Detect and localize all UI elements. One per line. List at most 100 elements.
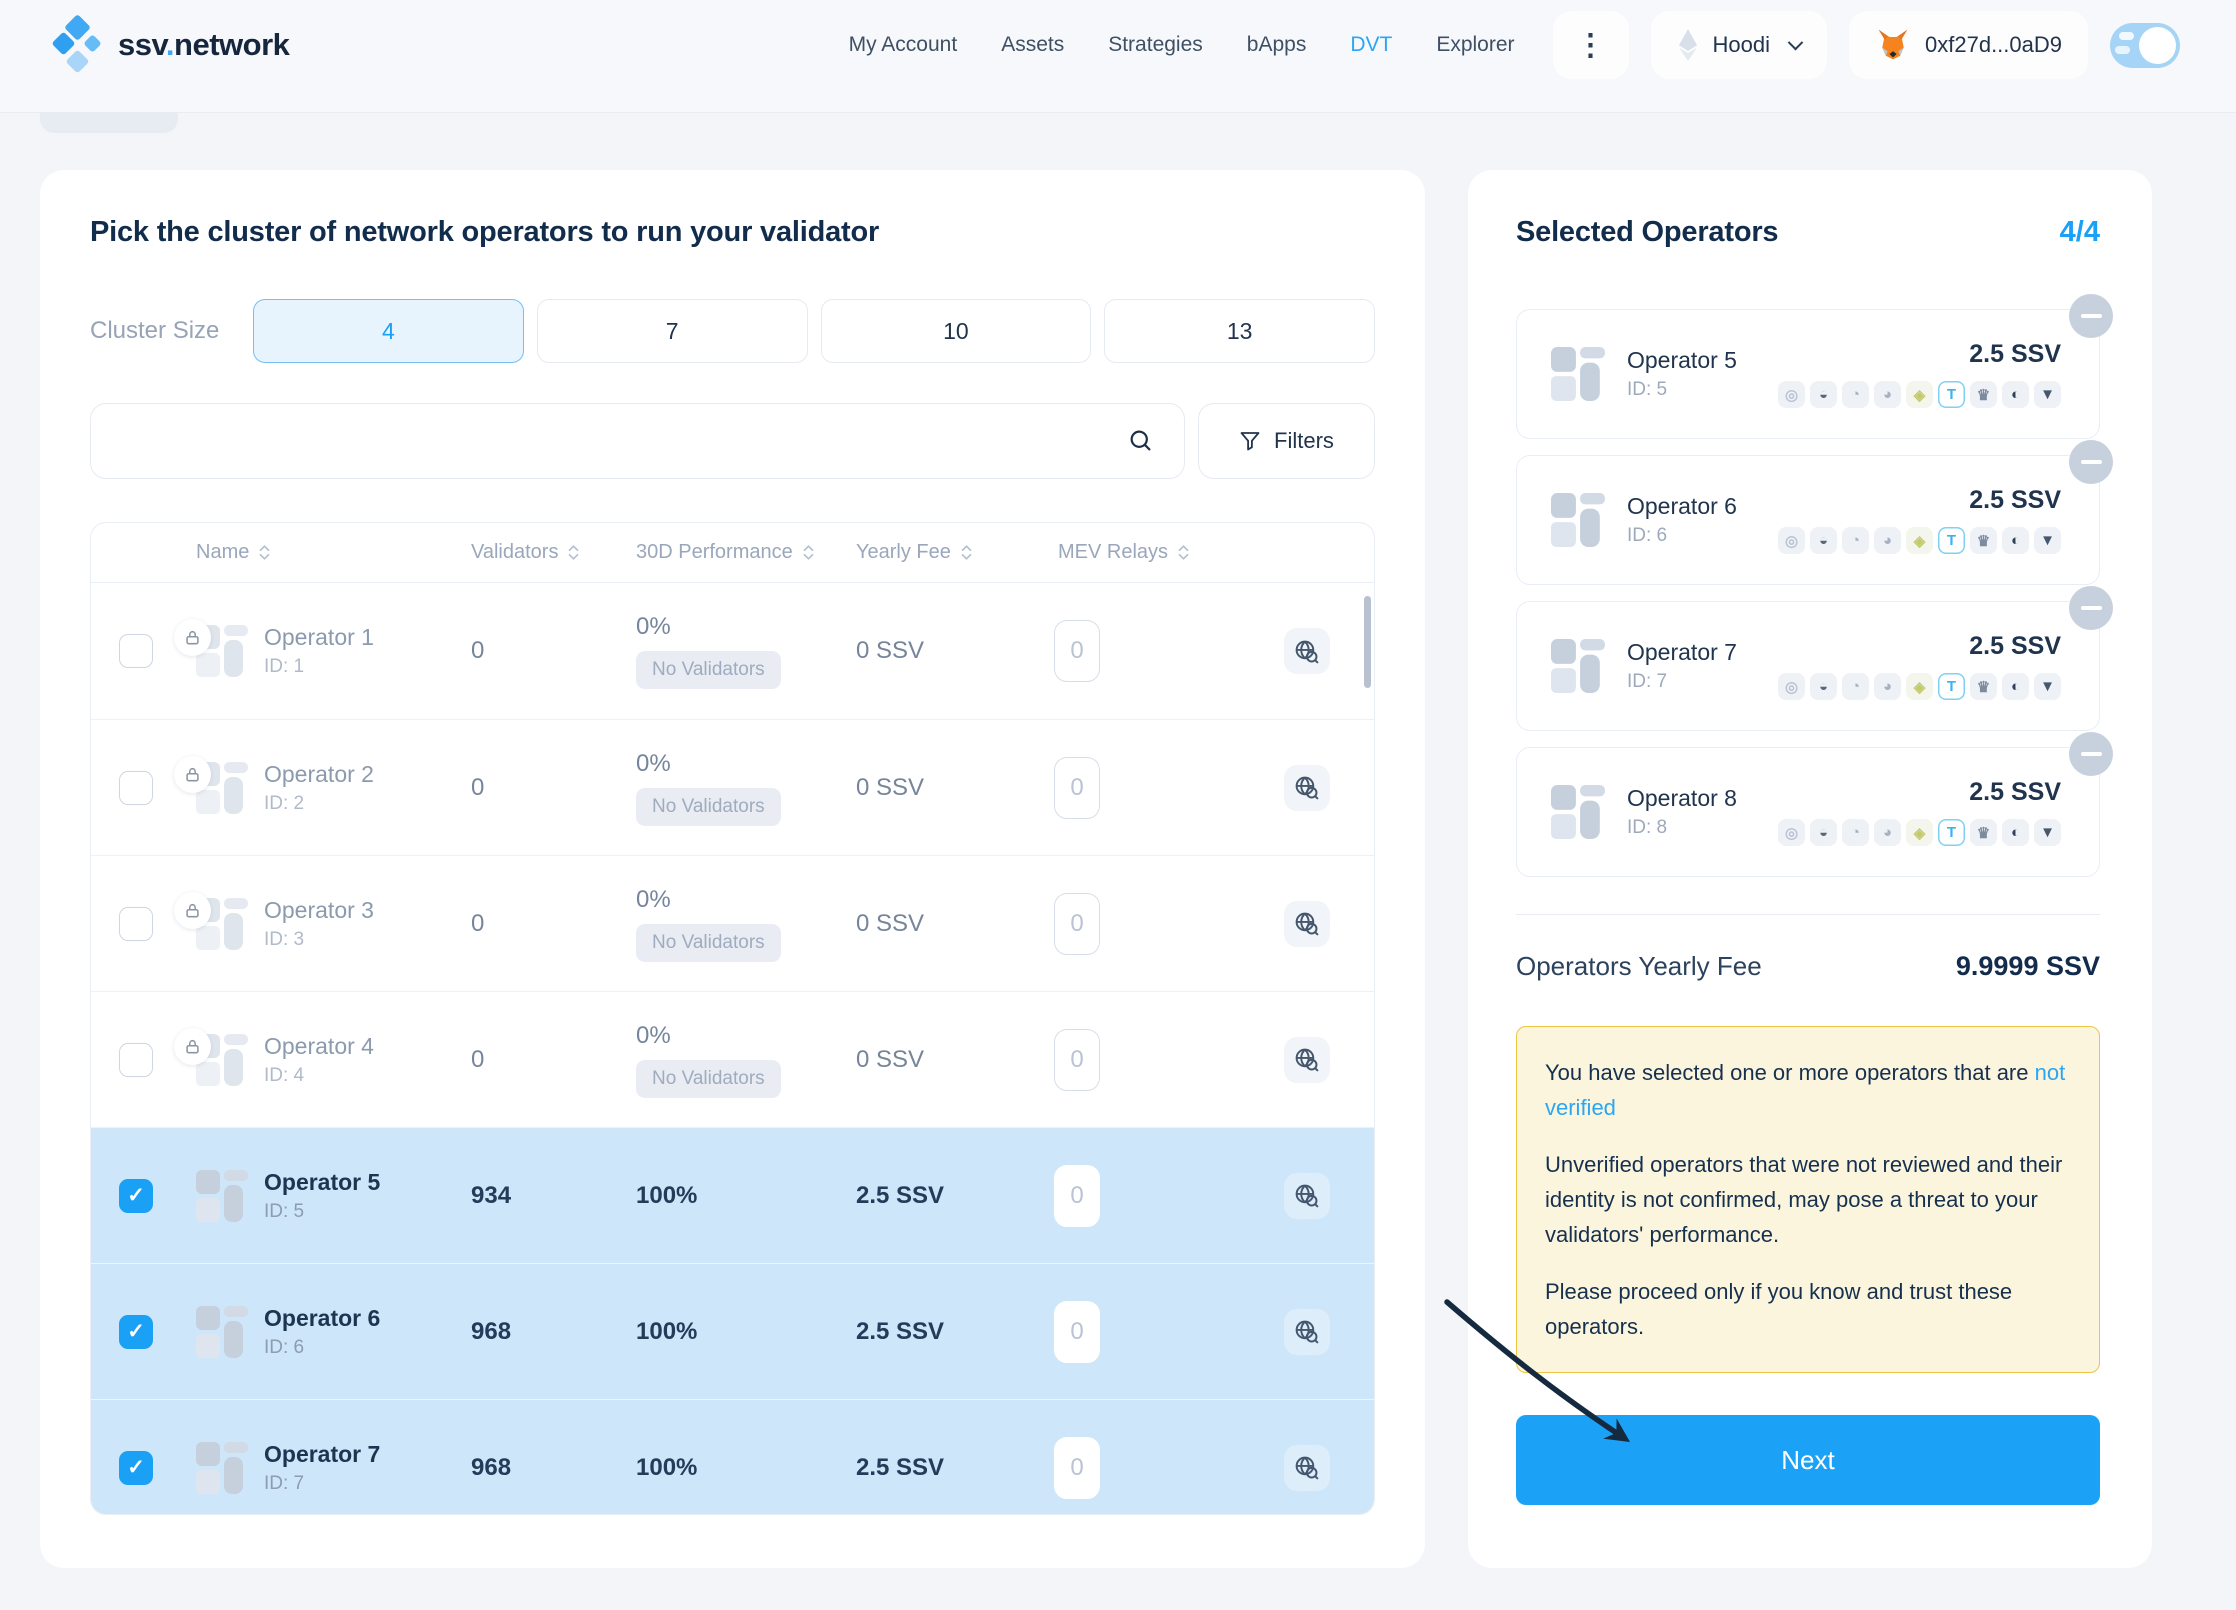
- mev-relay-icon-6: T: [1938, 381, 1965, 408]
- performance-value: 0%: [636, 1022, 671, 1050]
- column-yearly-fee[interactable]: Yearly Fee: [856, 541, 1046, 564]
- search-input[interactable]: [90, 403, 1185, 479]
- column-validators[interactable]: Validators: [471, 541, 636, 564]
- remove-operator-button[interactable]: [2069, 586, 2113, 630]
- operator-avatar: [196, 1306, 248, 1358]
- operator-name: Operator 3: [264, 897, 374, 924]
- performance-value: 100%: [636, 1182, 697, 1210]
- sort-icon: [960, 543, 973, 562]
- validators-count: 0: [471, 637, 636, 665]
- row-checkbox[interactable]: [119, 1451, 153, 1485]
- validators-count: 934: [471, 1182, 636, 1210]
- explorer-link-icon[interactable]: [1284, 765, 1330, 811]
- selected-operator-card: Operator 7ID: 7 2.5 SSV◎◒◔◕◈T♛◐▼: [1516, 601, 2100, 731]
- mev-relay-icon-2: ◒: [1810, 819, 1837, 846]
- explorer-link-icon[interactable]: [1284, 1445, 1330, 1491]
- yearly-fee-value: 2.5 SSV: [856, 1182, 1046, 1210]
- brand-logo[interactable]: ssv.network: [54, 16, 289, 74]
- remove-operator-button[interactable]: [2069, 732, 2113, 776]
- table-row[interactable]: Operator 6ID: 6 968 100% 2.5 SSV 0: [91, 1263, 1374, 1399]
- validators-count: 0: [471, 1046, 636, 1074]
- nav-assets[interactable]: Assets: [1001, 33, 1064, 57]
- nav-bapps[interactable]: bApps: [1247, 33, 1307, 57]
- row-checkbox[interactable]: [119, 907, 153, 941]
- table-row[interactable]: Operator 2ID: 2 0 0%No Validators 0 SSV …: [91, 719, 1374, 855]
- column-name[interactable]: Name: [196, 541, 471, 564]
- operator-id: ID: 8: [1627, 817, 1737, 839]
- column-performance[interactable]: 30D Performance: [636, 541, 856, 564]
- filters-button[interactable]: Filters: [1198, 403, 1375, 479]
- explorer-link-icon[interactable]: [1284, 1037, 1330, 1083]
- operator-id: ID: 5: [264, 1201, 380, 1223]
- yearly-fee-label: Operators Yearly Fee: [1516, 951, 1762, 982]
- operator-avatar: [196, 625, 248, 677]
- selected-count: 4/4: [2060, 216, 2100, 249]
- page-title: Pick the cluster of network operators to…: [90, 216, 1375, 249]
- cluster-option-7[interactable]: 7: [537, 299, 808, 363]
- validators-count: 968: [471, 1318, 636, 1346]
- network-selector[interactable]: Hoodi: [1651, 11, 1827, 79]
- mev-relay-icon-1: ◎: [1778, 673, 1805, 700]
- nav-my-account[interactable]: My Account: [849, 33, 958, 57]
- explorer-link-icon[interactable]: [1284, 901, 1330, 947]
- operator-name: Operator 5: [1627, 347, 1737, 374]
- cluster-option-10[interactable]: 10: [821, 299, 1092, 363]
- operator-name: Operator 6: [1627, 493, 1737, 520]
- row-checkbox[interactable]: [119, 771, 153, 805]
- theme-toggle[interactable]: [2110, 23, 2180, 68]
- table-row[interactable]: Operator 5ID: 5 934 100% 2.5 SSV 0: [91, 1127, 1374, 1263]
- mev-relay-icon-4: ◕: [1874, 819, 1901, 846]
- explorer-link-icon[interactable]: [1284, 628, 1330, 674]
- row-checkbox[interactable]: [119, 634, 153, 668]
- mev-relay-icon-9: ▼: [2034, 673, 2061, 700]
- mev-relay-icon-1: ◎: [1778, 381, 1805, 408]
- next-button[interactable]: Next: [1516, 1415, 2100, 1505]
- nav-dvt[interactable]: DVT: [1350, 33, 1392, 57]
- remove-operator-button[interactable]: [2069, 294, 2113, 338]
- table-row[interactable]: Operator 1ID: 1 0 0%No Validators 0 SSV …: [91, 583, 1374, 719]
- row-checkbox[interactable]: [119, 1179, 153, 1213]
- mev-relays-count: 0: [1054, 1165, 1100, 1227]
- table-row[interactable]: Operator 4ID: 4 0 0%No Validators 0 SSV …: [91, 991, 1374, 1127]
- table-row[interactable]: Operator 3ID: 3 0 0%No Validators 0 SSV …: [91, 855, 1374, 991]
- kebab-icon: ⋮: [1576, 28, 1606, 63]
- operator-avatar: [1551, 785, 1605, 839]
- mev-relays-count: 0: [1054, 757, 1100, 819]
- mev-relay-icon-6: T: [1938, 527, 1965, 554]
- mev-relay-icon-6: T: [1938, 819, 1965, 846]
- nav-explorer[interactable]: Explorer: [1436, 33, 1514, 57]
- remove-operator-button[interactable]: [2069, 440, 2113, 484]
- sort-icon: [258, 543, 271, 562]
- wallet-button[interactable]: 0xf27d...0aD9: [1849, 11, 2088, 79]
- yearly-fee-total: 9.9999 SSV: [1956, 951, 2100, 982]
- row-checkbox[interactable]: [119, 1043, 153, 1077]
- operator-avatar: [196, 1170, 248, 1222]
- validators-count: 0: [471, 910, 636, 938]
- operator-name: Operator 4: [264, 1033, 374, 1060]
- mev-relay-icons: ◎◒◔◕◈T♛◐▼: [1778, 673, 2061, 700]
- more-menu-button[interactable]: ⋮: [1553, 11, 1629, 79]
- nav-strategies[interactable]: Strategies: [1108, 33, 1203, 57]
- mev-relay-icon-1: ◎: [1778, 819, 1805, 846]
- explorer-link-icon[interactable]: [1284, 1309, 1330, 1355]
- explorer-link-icon[interactable]: [1284, 1173, 1330, 1219]
- selected-operator-card: Operator 5ID: 5 2.5 SSV◎◒◔◕◈T♛◐▼: [1516, 309, 2100, 439]
- cluster-option-4[interactable]: 4: [253, 299, 524, 363]
- main-nav: My Account Assets Strategies bApps DVT E…: [849, 33, 1515, 57]
- ssv-logo-icon: [54, 16, 102, 74]
- operator-avatar: [196, 1442, 248, 1494]
- search-icon[interactable]: [1127, 427, 1155, 455]
- operator-fee: 2.5 SSV: [1969, 340, 2061, 369]
- row-checkbox[interactable]: [119, 1315, 153, 1349]
- mev-relay-icon-9: ▼: [2034, 527, 2061, 554]
- table-row[interactable]: Operator 7ID: 7 968 100% 2.5 SSV 0: [91, 1399, 1374, 1515]
- column-mev-relays[interactable]: MEV Relays: [1046, 541, 1261, 564]
- operator-id: ID: 3: [264, 929, 374, 951]
- performance-value: 100%: [636, 1454, 697, 1482]
- table-scrollbar[interactable]: [1364, 596, 1371, 688]
- funnel-icon: [1239, 430, 1261, 452]
- cluster-option-13[interactable]: 13: [1104, 299, 1375, 363]
- mev-relay-icon-1: ◎: [1778, 527, 1805, 554]
- mev-relay-icon-3: ◔: [1842, 527, 1869, 554]
- operator-name: Operator 7: [264, 1441, 380, 1468]
